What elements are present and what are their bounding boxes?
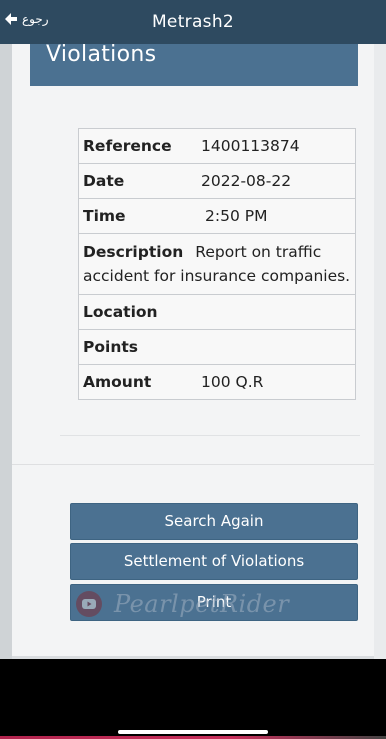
app-title: Metrash2	[151, 12, 235, 32]
frame-right	[374, 44, 386, 659]
content-divider	[60, 435, 360, 436]
date-label: Date	[83, 172, 125, 190]
description-label: Description	[83, 243, 184, 261]
time-row: Time 2:50 PM	[79, 199, 355, 234]
amount-label: Amount	[83, 373, 152, 391]
time-value: 2:50 PM	[205, 207, 268, 225]
amount-value: 100 Q.R	[201, 373, 264, 391]
bottom-black-bar	[0, 659, 386, 739]
reference-value: 1400113874	[201, 137, 300, 155]
description-row: Description Report on traffic accident fo…	[79, 234, 355, 295]
amount-row: Amount 100 Q.R	[79, 365, 355, 399]
search-again-button[interactable]: Search Again	[70, 503, 358, 540]
section-title: Violations	[46, 42, 157, 67]
date-value: 2022-08-22	[201, 172, 292, 190]
violation-details-table: Reference 1400113874 Date 2022-08-22 Tim…	[78, 128, 356, 400]
footer-separator	[12, 464, 374, 465]
print-button[interactable]: Print	[70, 584, 358, 621]
time-label: Time	[83, 207, 126, 225]
frame-left	[0, 44, 12, 659]
home-indicator[interactable]	[118, 730, 268, 734]
reference-label: Reference	[83, 137, 172, 155]
points-row: Points	[79, 330, 355, 365]
section-header: Violations	[30, 42, 358, 86]
reference-row: Reference 1400113874	[79, 129, 355, 164]
date-row: Date 2022-08-22	[79, 164, 355, 199]
top-bar: رجوع Metrash2	[0, 0, 386, 44]
settlement-button[interactable]: Settlement of Violations	[70, 543, 358, 580]
violation-card: Violations Reference 1400113874 Date 202…	[12, 42, 374, 656]
points-label: Points	[83, 338, 138, 356]
location-label: Location	[83, 303, 158, 321]
location-row: Location	[79, 295, 355, 330]
